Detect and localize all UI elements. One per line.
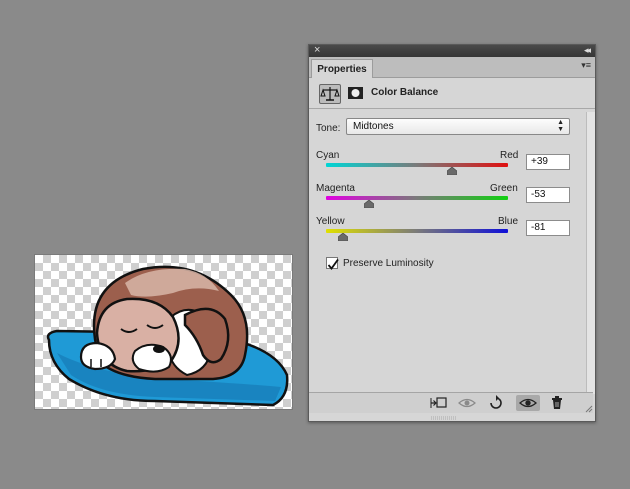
collapse-icon[interactable]: ◂◂ <box>584 43 591 57</box>
blue-label: Blue <box>498 216 519 227</box>
layer-mask-icon[interactable] <box>346 84 368 104</box>
tone-select-value: Midtones <box>353 121 394 132</box>
eye-icon[interactable] <box>516 395 540 411</box>
panel-menu-icon[interactable]: ▾≡ <box>581 60 591 71</box>
resize-grip-icon[interactable] <box>585 405 593 413</box>
panel-bottom-grip[interactable] <box>429 416 459 420</box>
cyan-red-value-input[interactable]: +39 <box>526 154 570 170</box>
preserve-luminosity-label: Preserve Luminosity <box>343 258 434 269</box>
dog-illustration <box>46 265 289 407</box>
cyan-red-slider-track[interactable] <box>326 163 508 167</box>
adjustment-header: Color Balance <box>309 78 595 109</box>
updown-arrows-icon: ▲ ▼ <box>557 119 564 133</box>
clip-to-layer-icon[interactable] <box>427 395 451 411</box>
balance-scale-icon[interactable] <box>319 84 341 104</box>
checkmark-icon <box>327 258 339 270</box>
panel-scrollbar[interactable] <box>586 112 595 394</box>
magenta-green-value-input[interactable]: -53 <box>526 187 570 203</box>
cyan-red-slider-thumb[interactable] <box>447 167 458 175</box>
document-canvas[interactable] <box>35 255 292 409</box>
magenta-green-slider-thumb[interactable] <box>363 200 374 208</box>
yellow-blue-slider-track[interactable] <box>326 229 508 233</box>
yellow-blue-slider-thumb[interactable] <box>338 233 349 241</box>
preserve-luminosity-checkbox[interactable] <box>326 257 339 270</box>
magenta-green-slider-track[interactable] <box>326 196 508 200</box>
panel-footer <box>309 392 593 413</box>
close-icon[interactable]: × <box>314 43 320 57</box>
view-previous-state-icon[interactable] <box>455 395 479 411</box>
yellow-blue-value-input[interactable]: -81 <box>526 220 570 236</box>
green-label: Green <box>490 183 518 194</box>
properties-panel: × ◂◂ Properties ▾≡ Color Balance Tone: M… <box>308 44 596 422</box>
tone-label: Tone: <box>316 123 341 134</box>
panel-titlebar[interactable]: × ◂◂ <box>309 43 595 57</box>
reset-icon[interactable] <box>484 395 508 411</box>
trash-icon[interactable] <box>545 395 569 411</box>
cyan-label: Cyan <box>316 150 340 161</box>
tab-properties[interactable]: Properties <box>311 59 373 78</box>
panel-content: Tone: Midtones ▲ ▼ Cyan Red +39 Magenta G… <box>309 112 586 394</box>
magenta-label: Magenta <box>316 183 355 194</box>
panel-tabbar: Properties ▾≡ <box>309 57 595 78</box>
red-label: Red <box>500 150 519 161</box>
yellow-label: Yellow <box>316 216 345 227</box>
tone-select[interactable]: Midtones ▲ ▼ <box>346 118 570 135</box>
adjustment-title: Color Balance <box>371 87 439 98</box>
